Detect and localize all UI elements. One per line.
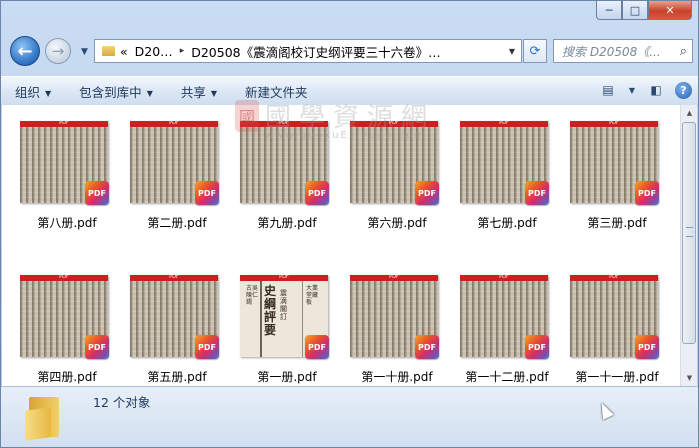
pdf-file-icon: PDF xyxy=(415,181,439,205)
pdf-file-icon: PDF xyxy=(195,181,219,205)
change-view-icon[interactable]: ▤ xyxy=(597,80,619,100)
caption-buttons: ─ □ ✕ xyxy=(596,1,692,20)
item-count: 12 个对象 xyxy=(93,395,151,410)
file-item[interactable]: PDF PDF 第一十册.pdf xyxy=(342,265,452,385)
address-bar[interactable]: « D20… ▸ D20508《震滴阁校订史纲评要三十六卷》… ▼ xyxy=(94,39,522,63)
cover-title-text: 震滴閣訂 xyxy=(280,289,287,321)
forward-button[interactable]: → xyxy=(45,38,71,64)
recent-pages-dropdown[interactable]: ▼ xyxy=(81,47,88,57)
file-name: 第六册.pdf xyxy=(367,216,427,230)
refresh-button[interactable]: ⟳ xyxy=(523,39,547,63)
pdf-file-icon: PDF xyxy=(305,335,329,359)
breadcrumb-segment[interactable]: D20… xyxy=(135,44,173,59)
maximize-button[interactable]: □ xyxy=(622,1,648,20)
pdf-file-icon: PDF xyxy=(305,181,329,205)
file-name: 第一册.pdf xyxy=(257,370,317,384)
file-name: 第五册.pdf xyxy=(147,370,207,384)
file-item[interactable]: PDF PDF 第九册.pdf xyxy=(232,111,342,231)
chevron-down-icon: ▼ xyxy=(210,88,218,98)
folder-icon xyxy=(102,46,115,56)
pdf-file-icon: PDF xyxy=(525,181,549,205)
pdf-file-icon: PDF xyxy=(635,335,659,359)
scroll-up-arrow-icon[interactable]: ▲ xyxy=(682,105,697,121)
file-item[interactable]: PDF PDF 第五册.pdf xyxy=(122,265,232,385)
file-name: 第一十册.pdf xyxy=(361,370,433,384)
file-item[interactable]: PDF PDF 第三册.pdf xyxy=(562,111,672,231)
search-icon[interactable]: ⌕ xyxy=(680,44,687,59)
file-item[interactable]: PDF PDF 第二册.pdf xyxy=(122,111,232,231)
file-name: 第七册.pdf xyxy=(477,216,537,230)
file-list[interactable]: PDF PDF 第八册.pdf PDF PDF 第二册.pdf PDF PDF 第九册.pdf P… xyxy=(2,105,680,386)
file-name: 第九册.pdf xyxy=(257,216,317,230)
scroll-down-arrow-icon[interactable]: ▼ xyxy=(682,370,697,386)
file-item[interactable]: PDF 史綱評要 震滴閣訂 古吳陳仁錫 大業堂藏板 PDF 第一册.pdf xyxy=(232,265,342,385)
cover-title-text: 古吳陳仁錫 xyxy=(246,285,259,306)
address-dropdown-icon[interactable]: ▼ xyxy=(509,47,515,56)
file-name: 第四册.pdf xyxy=(37,370,97,384)
pdf-file-icon: PDF xyxy=(85,335,109,359)
address-overflow-chevron[interactable]: « xyxy=(120,44,128,59)
cover-title-text: 史綱評要 xyxy=(264,284,277,337)
new-folder-button[interactable]: 新建文件夹 xyxy=(231,82,322,101)
file-name: 第一十一册.pdf xyxy=(575,370,659,384)
folder-icon xyxy=(23,395,67,441)
preview-pane-icon[interactable]: ◧ xyxy=(645,80,667,100)
organize-menu[interactable]: 组织 ▼ xyxy=(1,82,65,101)
breadcrumb-separator-icon[interactable]: ▸ xyxy=(180,46,185,56)
file-item[interactable]: PDF PDF 第七册.pdf xyxy=(452,111,562,231)
breadcrumb-segment[interactable]: D20508《震滴阁校订史纲评要三十六卷》… xyxy=(191,42,440,61)
details-pane: 12 个对象 xyxy=(1,386,698,447)
pdf-file-icon: PDF xyxy=(635,181,659,205)
file-name: 第一十二册.pdf xyxy=(465,370,549,384)
vertical-scrollbar[interactable]: ▲ ▼ xyxy=(680,105,697,386)
navigation-bar: ← → ▼ « D20… ▸ D20508《震滴阁校订史纲评要三十六卷》… ▼ … xyxy=(1,34,698,68)
back-button[interactable]: ← xyxy=(10,36,40,66)
file-name: 第八册.pdf xyxy=(37,216,97,230)
pdf-file-icon: PDF xyxy=(85,181,109,205)
search-input[interactable]: 搜索 D20508《... ⌕ xyxy=(553,39,693,63)
scrollbar-thumb[interactable] xyxy=(682,122,696,344)
view-options-dropdown[interactable]: ▼ xyxy=(627,80,637,100)
file-item[interactable]: PDF PDF 第六册.pdf xyxy=(342,111,452,231)
chevron-down-icon: ▼ xyxy=(45,88,52,98)
file-name: 第二册.pdf xyxy=(147,216,207,230)
file-item[interactable]: PDF PDF 第八册.pdf xyxy=(12,111,122,231)
minimize-button[interactable]: ─ xyxy=(596,1,622,20)
close-button[interactable]: ✕ xyxy=(648,1,692,20)
file-name: 第三册.pdf xyxy=(587,216,647,230)
pdf-file-icon: PDF xyxy=(415,335,439,359)
include-in-library-menu[interactable]: 包含到库中 ▼ xyxy=(65,82,167,101)
chevron-down-icon: ▼ xyxy=(146,88,153,98)
explorer-window: ─ □ ✕ ← → ▼ « D20… ▸ D20508《震滴阁校订史纲评要三十六… xyxy=(0,0,699,448)
file-item[interactable]: PDF PDF 第一十二册.pdf xyxy=(452,265,562,385)
search-placeholder: 搜索 D20508《... xyxy=(562,44,661,59)
cover-title-text: 大業堂藏板 xyxy=(306,285,319,306)
help-icon[interactable]: ? xyxy=(675,81,692,99)
pdf-file-icon: PDF xyxy=(525,335,549,359)
share-menu[interactable]: 共享 ▼ xyxy=(167,82,231,101)
pdf-file-icon: PDF xyxy=(195,335,219,359)
file-item[interactable]: PDF PDF 第一十一册.pdf xyxy=(562,265,672,385)
file-item[interactable]: PDF PDF 第四册.pdf xyxy=(12,265,122,385)
command-bar: 组织 ▼ 包含到库中 ▼ 共享 ▼ 新建文件夹 ▤ ▼ ◧ ? xyxy=(1,76,698,106)
